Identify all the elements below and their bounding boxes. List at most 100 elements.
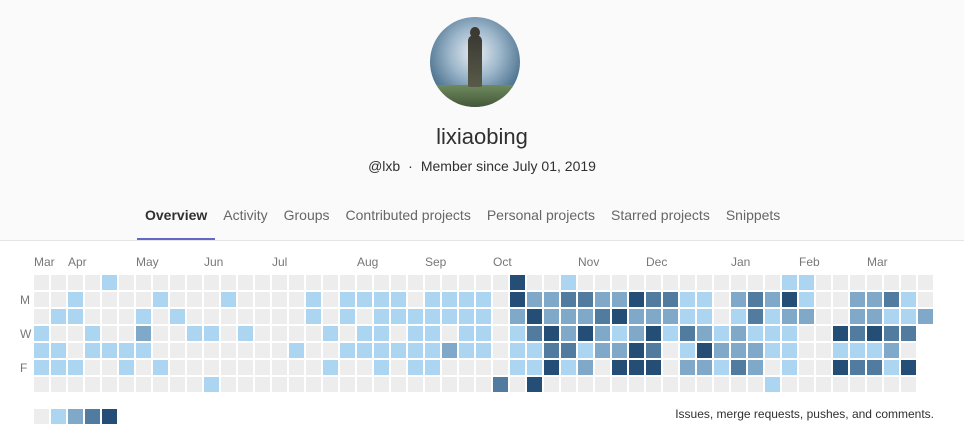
calendar-day-cell[interactable] [680,275,695,290]
calendar-day-cell[interactable] [170,309,185,324]
calendar-day-cell[interactable] [833,343,848,358]
calendar-day-cell[interactable] [799,326,814,341]
calendar-day-cell[interactable] [425,360,440,375]
calendar-day-cell[interactable] [255,275,270,290]
calendar-day-cell[interactable] [527,292,542,307]
calendar-day-cell[interactable] [595,292,610,307]
calendar-day-cell[interactable] [306,275,321,290]
calendar-day-cell[interactable] [204,309,219,324]
calendar-day-cell[interactable] [136,309,151,324]
calendar-day-cell[interactable] [187,343,202,358]
calendar-day-cell[interactable] [204,343,219,358]
calendar-day-cell[interactable] [561,343,576,358]
calendar-day-cell[interactable] [442,275,457,290]
calendar-day-cell[interactable] [221,309,236,324]
calendar-day-cell[interactable] [646,275,661,290]
calendar-day-cell[interactable] [68,309,83,324]
calendar-day-cell[interactable] [493,377,508,392]
calendar-day-cell[interactable] [816,343,831,358]
calendar-day-cell[interactable] [323,309,338,324]
calendar-day-cell[interactable] [544,309,559,324]
calendar-day-cell[interactable] [510,275,525,290]
calendar-day-cell[interactable] [204,377,219,392]
calendar-day-cell[interactable] [493,343,508,358]
calendar-day-cell[interactable] [629,377,644,392]
calendar-day-cell[interactable] [357,326,372,341]
calendar-day-cell[interactable] [102,309,117,324]
calendar-day-cell[interactable] [425,275,440,290]
calendar-day-cell[interactable] [323,360,338,375]
calendar-day-cell[interactable] [527,377,542,392]
calendar-day-cell[interactable] [408,326,423,341]
calendar-day-cell[interactable] [884,309,899,324]
calendar-day-cell[interactable] [187,292,202,307]
calendar-day-cell[interactable] [493,309,508,324]
calendar-day-cell[interactable] [799,360,814,375]
calendar-day-cell[interactable] [68,360,83,375]
tab-starred-projects[interactable]: Starred projects [603,199,718,240]
calendar-day-cell[interactable] [561,326,576,341]
calendar-day-cell[interactable] [85,309,100,324]
calendar-day-cell[interactable] [663,326,678,341]
calendar-day-cell[interactable] [816,377,831,392]
calendar-day-cell[interactable] [34,309,49,324]
calendar-day-cell[interactable] [153,292,168,307]
calendar-day-cell[interactable] [204,275,219,290]
calendar-day-cell[interactable] [102,377,117,392]
calendar-day-cell[interactable] [476,309,491,324]
calendar-day-cell[interactable] [255,309,270,324]
calendar-day-cell[interactable] [578,377,593,392]
calendar-day-cell[interactable] [255,343,270,358]
calendar-day-cell[interactable] [799,377,814,392]
calendar-day-cell[interactable] [238,309,253,324]
calendar-day-cell[interactable] [833,360,848,375]
calendar-day-cell[interactable] [68,326,83,341]
calendar-day-cell[interactable] [136,377,151,392]
calendar-day-cell[interactable] [340,292,355,307]
calendar-day-cell[interactable] [374,343,389,358]
calendar-day-cell[interactable] [85,360,100,375]
calendar-day-cell[interactable] [782,326,797,341]
calendar-day-cell[interactable] [850,292,865,307]
calendar-day-cell[interactable] [901,326,916,341]
calendar-day-cell[interactable] [476,275,491,290]
calendar-day-cell[interactable] [527,360,542,375]
calendar-day-cell[interactable] [476,377,491,392]
calendar-day-cell[interactable] [595,377,610,392]
calendar-day-cell[interactable] [612,292,627,307]
calendar-day-cell[interactable] [629,343,644,358]
calendar-day-cell[interactable] [459,326,474,341]
calendar-day-cell[interactable] [629,309,644,324]
calendar-day-cell[interactable] [204,360,219,375]
calendar-day-cell[interactable] [867,377,882,392]
calendar-day-cell[interactable] [612,343,627,358]
calendar-day-cell[interactable] [714,292,729,307]
calendar-day-cell[interactable] [357,343,372,358]
calendar-day-cell[interactable] [527,326,542,341]
calendar-day-cell[interactable] [340,343,355,358]
calendar-day-cell[interactable] [119,292,134,307]
calendar-day-cell[interactable] [748,326,763,341]
calendar-day-cell[interactable] [85,343,100,358]
calendar-day-cell[interactable] [595,360,610,375]
calendar-day-cell[interactable] [867,326,882,341]
calendar-day-cell[interactable] [561,360,576,375]
calendar-day-cell[interactable] [391,309,406,324]
calendar-day-cell[interactable] [102,360,117,375]
calendar-day-cell[interactable] [238,292,253,307]
calendar-day-cell[interactable] [493,326,508,341]
calendar-day-cell[interactable] [119,360,134,375]
calendar-day-cell[interactable] [68,377,83,392]
calendar-day-cell[interactable] [85,377,100,392]
calendar-day-cell[interactable] [884,292,899,307]
calendar-day-cell[interactable] [357,360,372,375]
calendar-day-cell[interactable] [578,343,593,358]
calendar-day-cell[interactable] [459,275,474,290]
calendar-day-cell[interactable] [578,360,593,375]
calendar-day-cell[interactable] [527,275,542,290]
calendar-day-cell[interactable] [510,309,525,324]
calendar-day-cell[interactable] [170,275,185,290]
calendar-day-cell[interactable] [51,309,66,324]
calendar-day-cell[interactable] [170,326,185,341]
calendar-day-cell[interactable] [629,326,644,341]
